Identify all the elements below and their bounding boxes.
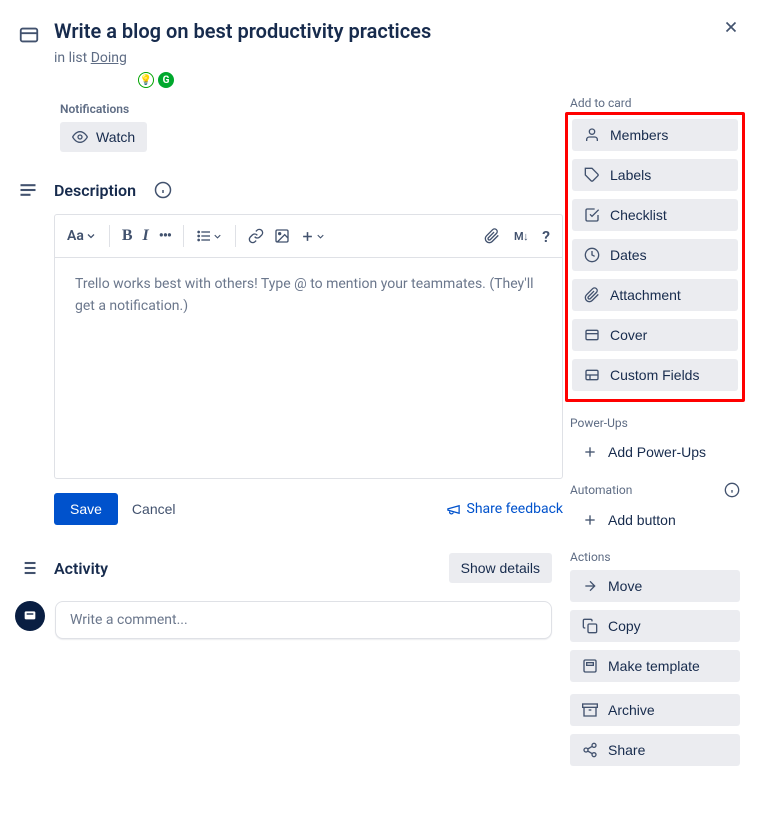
archive-button[interactable]: Archive <box>570 694 740 726</box>
tag-icon <box>584 167 600 183</box>
cover-icon <box>584 327 600 343</box>
paperclip-icon <box>484 228 500 244</box>
arrow-right-icon <box>582 578 598 594</box>
extension-badges: 💡 G <box>18 72 552 88</box>
grammarly-badge-2[interactable]: G <box>158 72 174 88</box>
move-button[interactable]: Move <box>570 570 740 602</box>
archive-icon <box>582 702 598 718</box>
add-power-ups-button[interactable]: Add Power-Ups <box>570 436 740 468</box>
description-icon <box>18 180 40 200</box>
close-button[interactable] <box>722 18 740 36</box>
description-textarea[interactable]: Trello works best with others! Type @ to… <box>55 258 562 478</box>
share-button[interactable]: Share <box>570 734 740 766</box>
members-button[interactable]: Members <box>572 119 738 151</box>
chevron-down-icon <box>85 230 97 242</box>
checklist-button[interactable]: Checklist <box>572 199 738 231</box>
info-icon[interactable] <box>154 181 172 199</box>
bold-button[interactable]: B <box>122 227 133 245</box>
attachment-button[interactable] <box>484 228 500 244</box>
actions-label: Actions <box>570 550 740 564</box>
copy-icon <box>582 618 598 634</box>
italic-button[interactable]: I <box>143 227 149 245</box>
link-icon <box>248 228 264 244</box>
user-avatar[interactable] <box>15 601 45 631</box>
avatar-icon <box>22 608 38 624</box>
megaphone-icon <box>446 502 461 517</box>
plus-icon <box>582 444 598 460</box>
custom-fields-button[interactable]: Custom Fields <box>572 359 738 391</box>
card-list-info: in list Doing <box>54 50 552 66</box>
attachment-sidebar-button[interactable]: Attachment <box>572 279 738 311</box>
list-icon <box>196 228 212 244</box>
watch-button[interactable]: Watch <box>60 122 147 152</box>
description-editor[interactable]: Aa B I ••• <box>54 214 563 479</box>
list-link[interactable]: Doing <box>91 50 127 66</box>
automation-info-icon[interactable] <box>724 482 740 498</box>
link-button[interactable] <box>248 228 264 244</box>
more-formatting-button[interactable]: ••• <box>159 228 171 244</box>
person-icon <box>584 127 600 143</box>
markdown-button[interactable]: M↓ <box>514 230 528 243</box>
share-icon <box>582 742 598 758</box>
activity-icon <box>18 558 40 578</box>
chevron-down-icon <box>315 231 326 242</box>
add-to-card-highlight: Members Labels Checklist Dates Attachmen… <box>565 112 745 402</box>
image-button[interactable] <box>274 228 290 244</box>
chevron-down-icon <box>212 231 223 242</box>
help-button[interactable]: ? <box>542 227 550 246</box>
activity-label: Activity <box>54 559 108 578</box>
text-style-button[interactable]: Aa <box>67 228 97 244</box>
plus-icon <box>582 512 598 528</box>
grammarly-badge-1[interactable]: 💡 <box>138 72 154 88</box>
close-icon <box>722 18 740 36</box>
cancel-button[interactable]: Cancel <box>132 501 176 517</box>
add-to-card-label: Add to card <box>570 96 740 110</box>
card-icon <box>18 24 40 46</box>
labels-button[interactable]: Labels <box>572 159 738 191</box>
automation-label: Automation <box>570 483 632 497</box>
template-icon <box>582 658 598 674</box>
description-label: Description <box>54 181 136 200</box>
card-title[interactable]: Write a blog on best productivity practi… <box>54 18 552 44</box>
copy-button[interactable]: Copy <box>570 610 740 642</box>
notifications-label: Notifications <box>60 102 552 116</box>
list-button[interactable] <box>196 228 223 244</box>
add-automation-button[interactable]: Add button <box>570 504 740 536</box>
editor-toolbar: Aa B I ••• <box>55 215 562 258</box>
eye-icon <box>72 129 88 145</box>
dates-button[interactable]: Dates <box>572 239 738 271</box>
cover-button[interactable]: Cover <box>572 319 738 351</box>
power-ups-label: Power-Ups <box>570 416 740 430</box>
insert-button[interactable] <box>300 229 326 244</box>
share-feedback-link[interactable]: Share feedback <box>446 501 564 517</box>
make-template-button[interactable]: Make template <box>570 650 740 682</box>
comment-input[interactable]: Write a comment... <box>55 601 552 639</box>
custom-fields-icon <box>584 367 600 383</box>
save-button[interactable]: Save <box>54 493 118 525</box>
image-icon <box>274 228 290 244</box>
checklist-icon <box>584 207 600 223</box>
clock-icon <box>584 247 600 263</box>
show-details-button[interactable]: Show details <box>449 553 552 583</box>
plus-icon <box>300 229 315 244</box>
paperclip-icon <box>584 287 600 303</box>
